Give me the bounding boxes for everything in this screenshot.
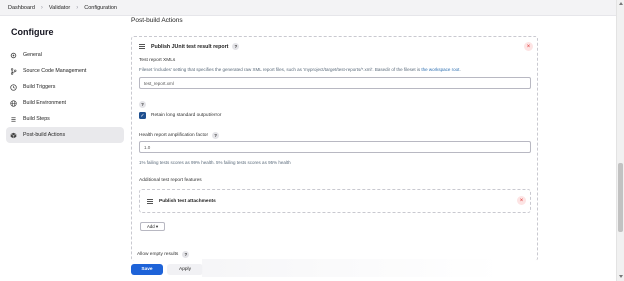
sidebar-item-label: Build Environment (23, 100, 66, 106)
publisher-title: Publish JUnit test result report (151, 43, 229, 50)
health-factor-label: Health report amplification factor (139, 133, 209, 138)
branch-icon (10, 67, 17, 75)
breadcrumb-configuration[interactable]: Configuration (84, 5, 117, 11)
help-icon[interactable]: ? (232, 43, 240, 50)
help-icon[interactable]: ? (139, 101, 146, 108)
gear-icon (10, 52, 17, 59)
publisher-header: Publish JUnit test result report ? (139, 43, 240, 50)
retain-output-label: Retain long standard output/error (151, 113, 222, 118)
sidebar-item-build-triggers[interactable]: Build Triggers (6, 79, 124, 95)
remove-attachments-button[interactable]: × (517, 196, 526, 205)
test-attachments-title: Publish test attachments (159, 199, 216, 204)
sidebar-item-build-steps[interactable]: Build Steps (6, 111, 124, 127)
allow-empty-row: Allow empty results ? (137, 251, 190, 258)
sidebar-item-source-code-management[interactable]: Source Code Management (6, 63, 124, 79)
chevron-right-icon: › (40, 4, 43, 11)
chevron-right-icon: › (76, 4, 79, 11)
help-icon[interactable]: ? (182, 251, 190, 258)
publisher-card: Publish JUnit test result report ? × Tes… (131, 36, 538, 261)
test-report-description: Fileset 'includes' setting that specifie… (139, 67, 461, 72)
box-icon (10, 132, 17, 139)
test-report-description-suffix: . (459, 67, 461, 72)
add-feature-button[interactable]: Add ▾ (140, 222, 165, 231)
save-button[interactable]: Save (131, 264, 163, 275)
help-icon[interactable]: ? (212, 132, 220, 139)
test-report-label: Test report XMLs (139, 58, 176, 63)
additional-features-label: Additional test report features (139, 178, 202, 183)
test-report-description-text: Fileset 'includes' setting that specifie… (139, 67, 422, 72)
health-factor-label-row: Health report amplification factor ? (139, 132, 220, 139)
sidebar-item-label: Build Triggers (23, 84, 56, 90)
health-factor-description: 1% failing tests scores as 99% health. 5… (139, 160, 291, 165)
remove-publisher-button[interactable]: × (524, 42, 533, 51)
main-content: Post-build Actions (131, 14, 611, 24)
apply-button[interactable]: Apply (167, 264, 203, 275)
vertical-scrollbar[interactable] (616, 0, 624, 281)
sidebar: Configure General Source Code Management… (6, 18, 124, 143)
scrollbar-thumb[interactable] (618, 163, 623, 232)
footer-fade (202, 259, 502, 277)
close-icon: × (519, 197, 524, 204)
scroll-down-arrow-icon[interactable] (619, 275, 623, 278)
list-icon (10, 116, 17, 123)
sidebar-item-build-environment[interactable]: Build Environment (6, 95, 124, 111)
close-icon: × (526, 43, 531, 50)
globe-icon (10, 99, 17, 107)
drag-handle-icon[interactable] (139, 43, 145, 50)
breadcrumb-validator[interactable]: Validator (49, 5, 70, 11)
workspace-root-link[interactable]: the workspace root (421, 67, 459, 72)
checkmark-icon: ✓ (140, 112, 145, 119)
sidebar-item-post-build-actions[interactable]: Post-build Actions (6, 127, 124, 143)
sidebar-list: General Source Code Management Build Tri… (6, 47, 124, 143)
section-title: Post-build Actions (131, 17, 183, 24)
clock-icon (10, 83, 17, 91)
health-factor-input[interactable]: 1.0 (139, 141, 531, 153)
test-attachments-header: Publish test attachments (147, 198, 216, 205)
retain-output-checkbox[interactable]: ✓ (139, 112, 146, 119)
breadcrumb-dashboard[interactable]: Dashboard (8, 5, 35, 11)
test-attachments-card: Publish test attachments × (139, 189, 531, 213)
sidebar-item-label: General (23, 52, 42, 58)
sidebar-item-label: Source Code Management (23, 68, 87, 74)
test-report-xmls-input[interactable]: test_report.xml (139, 77, 531, 89)
sidebar-item-general[interactable]: General (6, 47, 124, 63)
sidebar-item-label: Post-build Actions (23, 132, 66, 138)
allow-empty-label: Allow empty results (137, 252, 179, 257)
sidebar-title: Configure (11, 27, 54, 37)
drag-handle-icon[interactable] (147, 198, 153, 205)
sidebar-item-label: Build Steps (23, 116, 50, 122)
scroll-up-arrow-icon[interactable] (619, 2, 623, 5)
